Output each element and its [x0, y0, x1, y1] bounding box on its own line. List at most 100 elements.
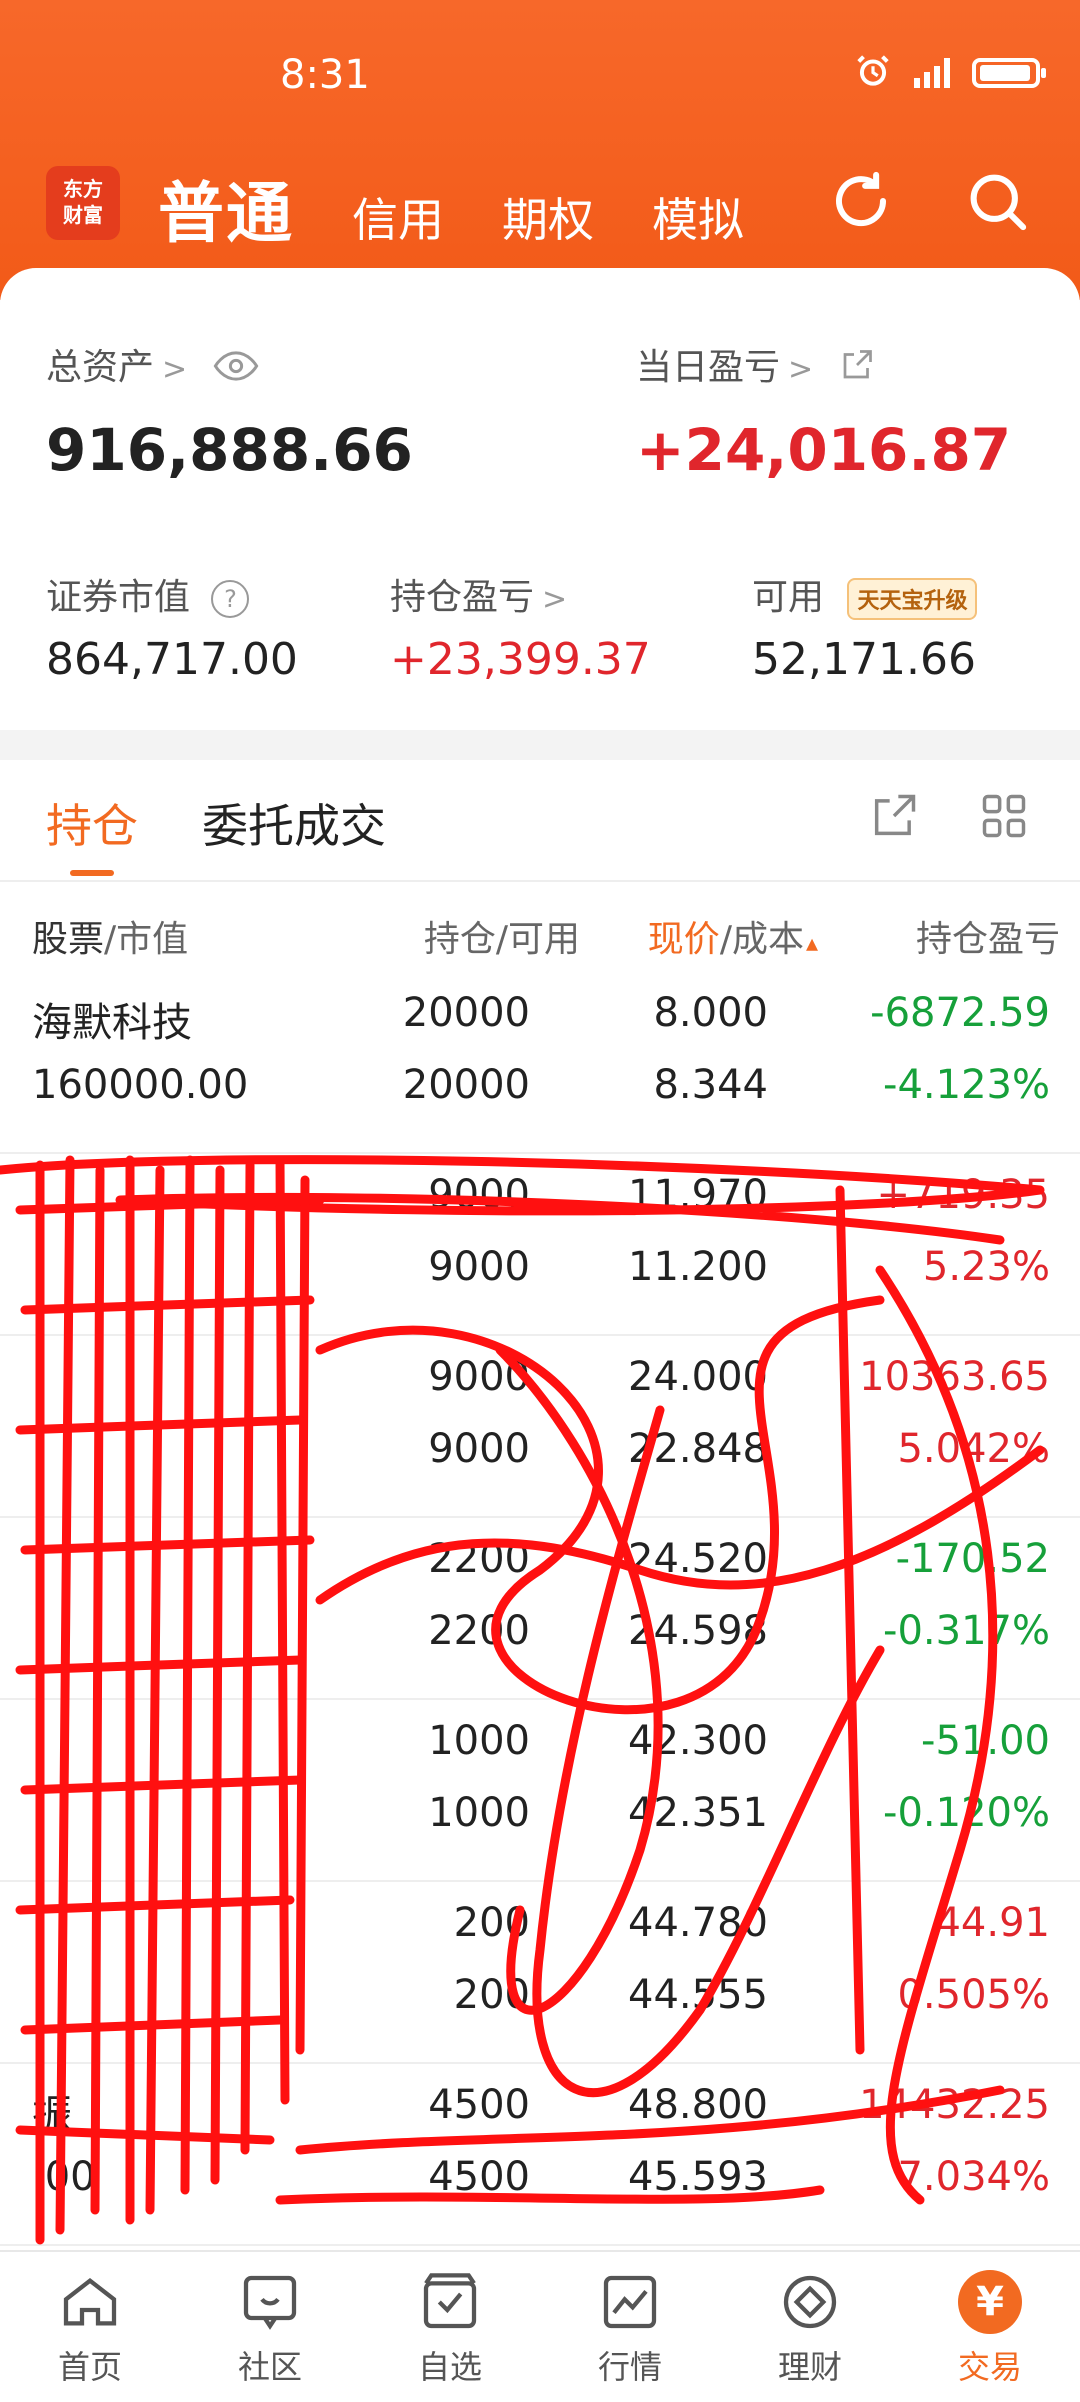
community-icon — [243, 2275, 297, 2330]
position-pl: -51.00 — [921, 1718, 1050, 1764]
available-value: 52,171.66 — [752, 634, 976, 685]
holding-row[interactable]: 海默科技 160000.00 20000 20000 8.000 8.344 -6872.5… — [0, 970, 1080, 1154]
tab-simulated[interactable]: 模拟 — [652, 184, 744, 256]
market-value-label: 证券市值 ? — [46, 568, 250, 620]
holding-row[interactable]: 1000 1000 42.300 42.351 -51.00 -0.120% — [0, 1698, 1080, 1882]
nav-watchlist[interactable]: 自选 — [360, 2252, 540, 2402]
available-quantity: 20000 — [402, 1062, 530, 1108]
position-pl: -170.52 — [895, 1536, 1050, 1582]
watchlist-icon — [423, 2273, 477, 2329]
refresh-icon[interactable] — [828, 168, 894, 238]
cost-price: 44.555 — [628, 1972, 768, 2018]
nav-home[interactable]: 首页 — [0, 2252, 180, 2402]
tab-entrust-deals[interactable]: 委托成交 — [202, 790, 386, 856]
bottom-nav: 首页 社区 自选 行情 理财 ¥ 交易 — [0, 2250, 1080, 2402]
current-price: 24.520 — [628, 1536, 768, 1582]
app-header: 8:31 东方 财富 普通 信用 期权 模拟 — [0, 0, 1080, 300]
cost-price: 22.848 — [628, 1426, 768, 1472]
nav-trade[interactable]: ¥ 交易 — [900, 2252, 1080, 2402]
holding-row[interactable]: 振 .00 4500 4500 48.800 45.593 14432.25 7.034% — [0, 2062, 1080, 2246]
trade-icon: ¥ — [958, 2270, 1022, 2334]
eye-icon[interactable] — [213, 349, 259, 390]
account-tabs: 普通 信用 期权 模拟 — [158, 160, 744, 256]
status-time: 8:31 — [280, 52, 370, 98]
col-stock: 股票/市值 — [32, 919, 189, 960]
current-price: 24.000 — [628, 1354, 768, 1400]
tab-normal[interactable]: 普通 — [158, 160, 294, 256]
tab-holdings[interactable]: 持仓 — [46, 790, 138, 856]
position-pl-percent: -0.120% — [883, 1790, 1050, 1836]
current-price: 42.300 — [628, 1718, 768, 1764]
tab-options[interactable]: 期权 — [502, 184, 594, 256]
daily-pl-label[interactable]: 当日盈亏 > — [636, 338, 875, 392]
market-value-value: 864,717.00 — [46, 634, 298, 685]
holdings-card: 持仓 委托成交 股票/市值 持仓/可用 现价/成本▴ 持仓盈亏 海默科技 1600… — [0, 760, 1080, 2250]
current-price: 48.800 — [628, 2082, 768, 2128]
stock-name: 海默科技 — [32, 1000, 192, 1046]
available-quantity: 9000 — [428, 1244, 530, 1290]
holding-row[interactable]: 9000 9000 24.000 22.848 10363.65 5.042% — [0, 1334, 1080, 1518]
stock-name: 振 — [32, 2092, 72, 2138]
market-icon — [603, 2275, 657, 2329]
col-position-pl: 持仓盈亏 — [915, 919, 1060, 960]
holding-row[interactable]: 200 200 44.780 44.555 44.91 0.505% — [0, 1880, 1080, 2064]
position-pl: -6872.59 — [870, 990, 1050, 1036]
daily-pl-value: +24,016.87 — [636, 416, 1012, 484]
position-pl: 14432.25 — [859, 2082, 1050, 2128]
holding-row[interactable]: 9000 9000 11.970 11.200 +719.35 5.23% — [0, 1152, 1080, 1336]
position-pl-percent: -0.317% — [883, 1608, 1050, 1654]
position-pl-percent: -4.123% — [883, 1062, 1050, 1108]
hold-quantity: 20000 — [402, 990, 530, 1036]
holding-row[interactable]: 2200 2200 24.520 24.598 -170.52 -0.317% — [0, 1516, 1080, 1700]
holdings-actions — [868, 790, 1030, 846]
col-hold-avail: 持仓/可用 — [423, 919, 580, 960]
export-icon[interactable] — [868, 790, 920, 846]
status-icons — [854, 52, 1046, 94]
cost-price: 11.200 — [628, 1244, 768, 1290]
current-price: 8.000 — [653, 990, 768, 1036]
hold-quantity: 200 — [453, 1900, 530, 1946]
hold-quantity: 1000 — [428, 1718, 530, 1764]
help-icon[interactable]: ? — [211, 580, 250, 618]
wealth-icon — [783, 2275, 837, 2329]
grid-icon[interactable] — [978, 790, 1030, 846]
battery-icon — [972, 58, 1046, 88]
position-pl-value: +23,399.37 — [390, 634, 651, 685]
cost-price: 45.593 — [628, 2154, 768, 2200]
share-icon[interactable] — [839, 349, 875, 392]
alarm-icon — [854, 52, 892, 94]
available-label: 可用 天天宝升级 — [752, 568, 978, 620]
total-assets-label[interactable]: 总资产 > — [46, 338, 259, 390]
header-actions — [828, 168, 1030, 238]
position-pl-percent: 0.505% — [897, 1972, 1050, 2018]
search-icon[interactable] — [964, 168, 1030, 238]
sort-icon[interactable]: ▴ — [806, 929, 818, 957]
position-pl-percent: 5.23% — [922, 1244, 1050, 1290]
position-pl: 44.91 — [935, 1900, 1050, 1946]
stock-market-value: .00 — [32, 2154, 96, 2200]
col-price-cost[interactable]: 现价/成本▴ — [648, 910, 818, 962]
position-pl-label[interactable]: 持仓盈亏 > — [390, 568, 567, 620]
hold-quantity: 4500 — [428, 2082, 530, 2128]
stock-market-value: 160000.00 — [32, 1062, 249, 1108]
nav-community[interactable]: 社区 — [180, 2252, 360, 2402]
current-price: 44.780 — [628, 1900, 768, 1946]
position-pl-percent: 7.034% — [897, 2154, 1050, 2200]
holdings-tabbar: 持仓 委托成交 — [0, 760, 1080, 882]
available-quantity: 1000 — [428, 1790, 530, 1836]
available-quantity: 200 — [453, 1972, 530, 2018]
asset-summary-card: 总资产 > 916,888.66 当日盈亏 > +24,016.87 证券市值 ? … — [0, 268, 1080, 730]
position-pl: +719.35 — [876, 1172, 1050, 1218]
current-price: 11.970 — [628, 1172, 768, 1218]
cost-price: 24.598 — [628, 1608, 768, 1654]
signal-icon — [914, 58, 950, 88]
available-quantity: 4500 — [428, 2154, 530, 2200]
hold-quantity: 2200 — [428, 1536, 530, 1582]
nav-wealth[interactable]: 理财 — [720, 2252, 900, 2402]
tab-credit[interactable]: 信用 — [352, 184, 444, 256]
home-icon — [63, 2277, 117, 2326]
nav-market[interactable]: 行情 — [540, 2252, 720, 2402]
available-quantity: 9000 — [428, 1426, 530, 1472]
upgrade-badge[interactable]: 天天宝升级 — [847, 578, 978, 620]
cost-price: 42.351 — [628, 1790, 768, 1836]
